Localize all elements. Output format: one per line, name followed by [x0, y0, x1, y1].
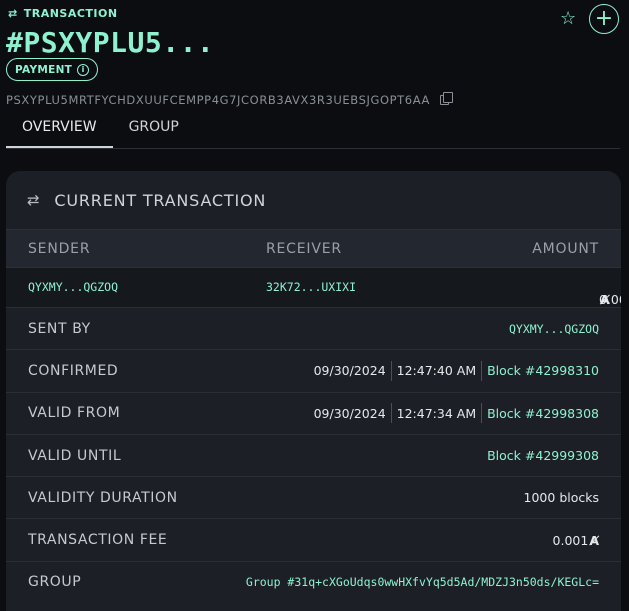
star-icon[interactable]: ☆	[560, 8, 576, 29]
validity-duration-value: 1000 blocks	[523, 490, 599, 506]
transfer-icon: ⇄	[8, 7, 18, 20]
tab-bar: OVERVIEW GROUP	[6, 112, 620, 149]
group-link[interactable]: Group #31q+cXGoUdqs0wwHXfvYq5d5Ad/MDZJ3n…	[246, 575, 599, 589]
plus-icon: +	[594, 6, 614, 31]
type-badge-label: PAYMENT	[15, 63, 73, 76]
detail-sent-by: SENT BY QYXMY...QGZOQ	[6, 307, 621, 349]
table-header: SENDER RECEIVER AMOUNT	[6, 229, 621, 268]
sent-by-link[interactable]: QYXMY...QGZOQ	[509, 322, 599, 336]
column-sender: SENDER	[28, 241, 91, 257]
detail-group: GROUP Group #31q+cXGoUdqs0wwHXfvYq5d5Ad/…	[6, 560, 621, 603]
type-badge[interactable]: PAYMENT i	[6, 58, 99, 81]
detail-fee: TRANSACTION FEE 0.001 Ⱥ	[6, 518, 621, 560]
section-label-text: TRANSACTION	[23, 7, 118, 20]
divider	[481, 360, 483, 381]
current-transaction-card: ⇄ CURRENT TRANSACTION SENDER RECEIVER AM…	[6, 171, 621, 611]
confirmed-block-link[interactable]: Block #42998310	[487, 363, 599, 378]
algo-icon: Ⱥ	[600, 292, 610, 307]
detail-valid-from: VALID FROM 09/30/2024 12:47:34 AM Block …	[6, 391, 621, 434]
add-button[interactable]: +	[589, 4, 619, 34]
detail-confirmed: CONFIRMED 09/30/2024 12:47:40 AM Block #…	[6, 349, 621, 391]
transfer-icon: ⇄	[27, 191, 41, 209]
sender-link[interactable]: QYXMY...QGZOQ	[28, 280, 118, 294]
valid-from-date: 09/30/2024	[313, 405, 386, 421]
column-amount: AMOUNT	[532, 241, 599, 257]
confirmed-label: CONFIRMED	[28, 362, 119, 379]
divider	[390, 403, 392, 424]
section-label: ⇄ TRANSACTION	[8, 7, 118, 20]
validity-duration-label: VALIDITY DURATION	[28, 489, 178, 506]
valid-until-label: VALID UNTIL	[28, 447, 122, 464]
column-receiver: RECEIVER	[266, 241, 342, 257]
valid-from-block-link[interactable]: Block #42998308	[487, 406, 599, 421]
card-title: CURRENT TRANSACTION	[54, 190, 267, 210]
receiver-link[interactable]: 32K72...UXIXI	[266, 280, 356, 294]
divider	[481, 403, 483, 424]
algo-icon: Ⱥ	[589, 532, 599, 548]
confirmed-date: 09/30/2024	[313, 363, 386, 379]
valid-from-time: 12:47:34 AM	[396, 405, 477, 421]
detail-validity-duration: VALIDITY DURATION 1000 blocks	[6, 476, 621, 518]
group-label: GROUP	[28, 574, 82, 591]
valid-until-block-link[interactable]: Block #42999308	[487, 448, 599, 463]
card-header: ⇄ CURRENT TRANSACTION	[6, 171, 621, 229]
sent-by-label: SENT BY	[28, 320, 91, 337]
transaction-id: PSXYPLU5MRTFYCHDXUUFCEMPP4G7JCORB3AVX3R3…	[6, 92, 453, 107]
table-row: QYXMY...QGZOQ 32K72...UXIXI 0.000001Ⱥ	[6, 268, 621, 307]
tab-group[interactable]: GROUP	[113, 112, 195, 148]
fee-label: TRANSACTION FEE	[28, 532, 168, 549]
valid-from-label: VALID FROM	[28, 405, 121, 422]
detail-valid-until: VALID UNTIL Block #42999308	[6, 433, 621, 476]
copy-icon[interactable]	[439, 92, 453, 105]
confirmed-time: 12:47:40 AM	[396, 363, 477, 379]
divider	[390, 360, 392, 381]
fee-value: 0.001	[552, 532, 589, 548]
transaction-id-text: PSXYPLU5MRTFYCHDXUUFCEMPP4G7JCORB3AVX3R3…	[6, 93, 430, 107]
page-title: #PSXYPLU5...	[6, 26, 215, 59]
info-icon[interactable]: i	[77, 63, 90, 76]
tab-overview[interactable]: OVERVIEW	[6, 112, 113, 148]
